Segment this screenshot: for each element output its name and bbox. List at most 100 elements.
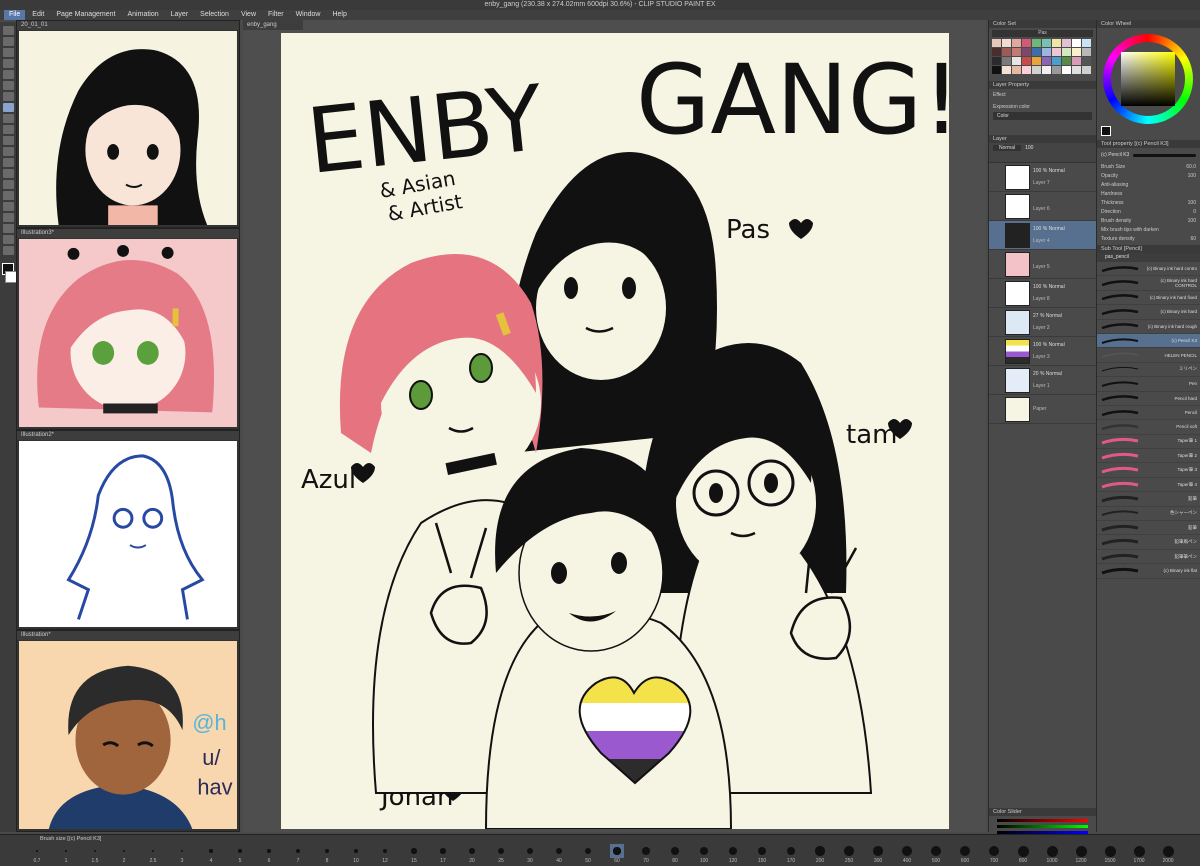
layer-row[interactable]: 100 % Normal Layer 3 [989, 337, 1096, 366]
swatch[interactable] [1042, 57, 1051, 65]
brush-item[interactable]: ミリペン [1097, 363, 1200, 378]
brush-item[interactable]: Pencil soft [1097, 420, 1200, 435]
brush-size-preset[interactable] [1016, 844, 1030, 858]
brush-item[interactable]: Pencil hard [1097, 392, 1200, 406]
swatch[interactable] [1072, 57, 1081, 65]
swatch[interactable] [1002, 39, 1011, 47]
brush-item[interactable]: Pencil [1097, 406, 1200, 421]
brush-item-selected[interactable]: (c) Pencil K3 [1097, 333, 1200, 349]
brush-size-preset[interactable] [465, 844, 479, 858]
swatch[interactable] [1062, 57, 1071, 65]
brush-size-preset[interactable] [1161, 844, 1175, 858]
swatch[interactable] [1012, 57, 1021, 65]
blend-mode-select[interactable]: Normal [993, 145, 1022, 151]
saturation-value-square[interactable] [1121, 52, 1175, 106]
sub-tool-group[interactable]: pas_pencil [1097, 253, 1200, 262]
layer-row[interactable]: 20 % Normal Layer 1 [989, 366, 1096, 395]
document-panel-2[interactable]: Illustration3* [16, 228, 240, 430]
eraser-tool-icon[interactable] [2, 147, 14, 156]
brush-item[interactable]: Taper筆 3 [1097, 463, 1200, 478]
swatch[interactable] [1062, 48, 1071, 56]
swatch[interactable] [1012, 66, 1021, 74]
main-canvas-artwork[interactable]: ENBY GANG! & Asian & Artist Pas Azul tam… [281, 33, 949, 829]
frame-tool-icon[interactable] [2, 202, 14, 211]
layer-row-selected[interactable]: 100 % Normal Layer 4 [989, 221, 1096, 250]
swatch[interactable] [1052, 66, 1061, 74]
brush-item[interactable]: (c) Binary ink hard fixed [1097, 291, 1200, 306]
pen-tool-icon[interactable] [2, 92, 14, 101]
brush-item[interactable]: (c) Binary ink hard [1097, 305, 1200, 320]
brush-size-preset[interactable] [378, 844, 392, 858]
doc-tab-4[interactable]: Illustration* [17, 631, 239, 640]
layer-opacity-value[interactable]: 100 [1025, 145, 1033, 151]
move-tool-icon[interactable] [2, 26, 14, 35]
airbrush-tool-icon[interactable] [2, 125, 14, 134]
swatch[interactable] [1042, 48, 1051, 56]
blend-tool-icon[interactable] [2, 158, 14, 167]
layer-row[interactable]: Layer 6 [989, 192, 1096, 221]
swatch[interactable] [1022, 39, 1031, 47]
swatch[interactable] [1002, 66, 1011, 74]
brush-size-preset[interactable] [30, 844, 44, 858]
main-color-chip[interactable] [1101, 126, 1111, 136]
swatch[interactable] [992, 39, 1001, 47]
swatch[interactable] [1022, 57, 1031, 65]
swatch[interactable] [992, 66, 1001, 74]
brush-size-preset[interactable] [523, 844, 537, 858]
swatch[interactable] [1082, 48, 1091, 56]
brush-size-preset[interactable] [117, 844, 131, 858]
swatch[interactable] [992, 57, 1001, 65]
brush-item[interactable]: Pen [1097, 377, 1200, 392]
lasso-tool-icon[interactable] [2, 70, 14, 79]
brush-size-preset[interactable] [204, 844, 218, 858]
brush-item[interactable]: 鉛筆風ペン [1097, 535, 1200, 550]
brush-size-preset[interactable] [1132, 844, 1146, 858]
text-tool-icon[interactable] [2, 224, 14, 233]
menu-file[interactable]: File [4, 10, 26, 20]
menu-edit[interactable]: Edit [27, 10, 49, 20]
swatch[interactable] [1032, 57, 1041, 65]
brush-item[interactable]: 鉛筆 [1097, 492, 1200, 507]
layer-row[interactable]: 27 % Normal Layer 2 [989, 308, 1096, 337]
swatch[interactable] [1022, 66, 1031, 74]
swatch[interactable] [1082, 39, 1091, 47]
swatch[interactable] [1012, 39, 1021, 47]
document-panel-4[interactable]: Illustration* @h u/ hav [16, 630, 240, 832]
swatch[interactable] [1032, 48, 1041, 56]
brush-size-preset[interactable] [175, 844, 189, 858]
brush-size-preset[interactable] [349, 844, 363, 858]
swatch[interactable] [1052, 57, 1061, 65]
prop-row[interactable]: Mix brush tips with darken [1097, 225, 1200, 234]
menu-view[interactable]: View [236, 10, 261, 20]
brush-size-preset[interactable] [552, 844, 566, 858]
layer-row[interactable]: Paper [989, 395, 1096, 424]
swatch[interactable] [1022, 48, 1031, 56]
swatch[interactable] [992, 48, 1001, 56]
prop-row[interactable]: Opacity 100 [1097, 171, 1200, 180]
swatch[interactable] [1082, 57, 1091, 65]
brush-size-preset[interactable] [668, 844, 682, 858]
brush-size-preset[interactable] [639, 844, 653, 858]
brush-tool-icon[interactable] [2, 114, 14, 123]
brush-size-preset[interactable] [1074, 844, 1088, 858]
menu-help[interactable]: Help [327, 10, 351, 20]
swatch[interactable] [1032, 66, 1041, 74]
brush-size-preset[interactable] [784, 844, 798, 858]
brush-item[interactable]: Taper筆 4 [1097, 478, 1200, 493]
brush-size-preset[interactable] [291, 844, 305, 858]
brush-size-preset[interactable] [1045, 844, 1059, 858]
menu-page-management[interactable]: Page Management [51, 10, 120, 20]
brush-item[interactable]: 鉛筆 [1097, 521, 1200, 536]
prop-row[interactable]: Brush density 100 [1097, 216, 1200, 225]
brush-size-preset[interactable] [494, 844, 508, 858]
layer-row[interactable]: 100 % Normal Layer 7 [989, 163, 1096, 192]
brush-item[interactable]: 色シャーペン [1097, 507, 1200, 522]
brush-size-preset[interactable] [1103, 844, 1117, 858]
zoom-tool-icon[interactable] [2, 37, 14, 46]
swatch[interactable] [1042, 39, 1051, 47]
menu-filter[interactable]: Filter [263, 10, 289, 20]
prop-row[interactable]: Direction 0 [1097, 207, 1200, 216]
correct-line-tool-icon[interactable] [2, 246, 14, 255]
swatch[interactable] [1072, 39, 1081, 47]
brush-item[interactable]: (c) Binary ink hard rough [1097, 320, 1200, 334]
